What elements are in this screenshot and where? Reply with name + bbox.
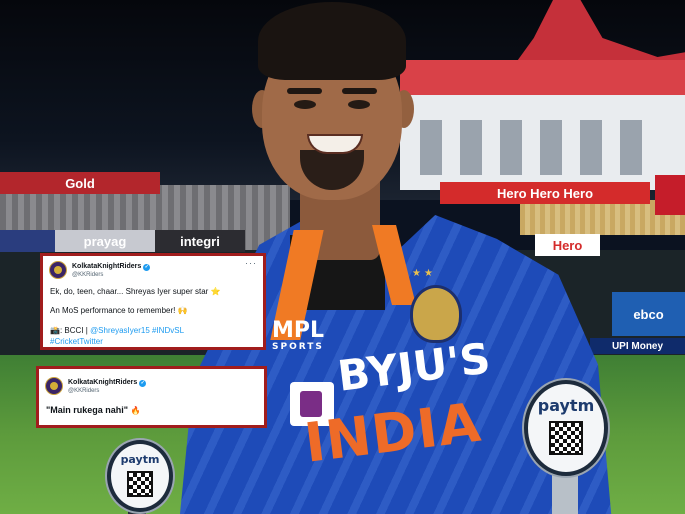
more-options-icon[interactable]: ··· (245, 258, 257, 268)
tweet-author[interactable]: KolkataKnightRiders ✓ (68, 379, 147, 387)
pavilion-window (420, 120, 442, 175)
star-emoji-icon: ⭐ (210, 287, 221, 296)
hoarding-integri: integri (155, 230, 245, 252)
stadium-roof-band (400, 60, 685, 100)
tweet-text: Ek, do, teen, chaar... Shreyas Iyer supe… (50, 287, 209, 296)
hoarding-sponsor (0, 230, 55, 252)
player-hair (258, 2, 406, 80)
tweet-handle[interactable]: @KKRiders (68, 387, 146, 395)
kkr-avatar-icon[interactable] (45, 376, 63, 395)
tweet-handle[interactable]: @KKRiders (72, 271, 150, 279)
tweet-author-name[interactable]: KolkataKnightRiders (72, 263, 141, 271)
paytm-trophy-left: paytm (107, 440, 173, 512)
tweet-card[interactable]: KolkataKnightRiders ✓ @KKRiders "Main ru… (36, 366, 267, 428)
tweet-text-line: #CricketTwitter (50, 337, 103, 346)
pavilion-window (460, 120, 482, 175)
pavilion-window (580, 120, 602, 175)
hoarding-ebco: ebco (612, 292, 685, 336)
hoarding-gold: Gold (0, 172, 160, 194)
qr-code-icon (549, 420, 583, 455)
tweet-author[interactable]: KolkataKnightRiders ✓ (72, 263, 151, 271)
tweet-text-line: 📸: BCCI | @ShreyasIyer15 #INDvSL (50, 326, 184, 335)
hashtag-link[interactable]: #INDvSL (152, 326, 184, 335)
tweet-credit: 📸: BCCI | (50, 326, 88, 335)
paytm-trophy-right: paytm (524, 380, 608, 476)
tweet-card[interactable]: KolkataKnightRiders ✓ @KKRiders ··· Ek, … (40, 253, 266, 350)
hoarding-upi: UPI Money (590, 338, 685, 354)
player-eyebrow (287, 88, 322, 94)
player-eye (294, 100, 316, 109)
pavilion-window (620, 120, 642, 175)
jersey-logo-text: MPL (272, 318, 325, 343)
tweet-header: KolkataKnightRiders ✓ @KKRiders (45, 376, 147, 395)
verified-badge-icon: ✓ (143, 263, 151, 271)
pavilion-window (540, 120, 562, 175)
kkr-avatar-icon[interactable] (49, 260, 67, 279)
jersey-stars: ★★ (412, 268, 436, 279)
tweet-author-name[interactable]: KolkataKnightRiders (68, 379, 137, 387)
hoarding-prayag: prayag (55, 230, 155, 252)
fire-emoji-icon: 🔥 (130, 406, 141, 415)
trophy-brand: paytm (120, 452, 160, 466)
trophy-stand (552, 472, 578, 514)
tweet-text: An MoS performance to remember! (50, 306, 176, 315)
tweet-header: KolkataKnightRiders ✓ @KKRiders (49, 260, 151, 279)
hoarding-hero-small: Hero (535, 234, 600, 256)
pavilion-building (400, 95, 685, 190)
raised-hands-emoji-icon: 🙌 (177, 306, 188, 315)
player-eye (348, 100, 370, 109)
bcci-crest-icon (410, 285, 462, 343)
verified-badge-icon: ✓ (139, 379, 147, 387)
tweet-text: "Main rukega nahi" (46, 405, 129, 415)
mention-link[interactable]: @ShreyasIyer15 (90, 326, 150, 335)
pavilion-window (500, 120, 522, 175)
qr-code-icon (127, 470, 153, 497)
jersey-logo-mpl: MPL SPORTS (272, 318, 342, 353)
photo-scene: Gold Hero Hero Hero Hero prayag integri … (0, 0, 685, 514)
hoarding-hero: Hero Hero Hero (440, 182, 650, 204)
trophy-brand: paytm (537, 396, 595, 416)
tweet-text-line: An MoS performance to remember! 🙌 (50, 306, 188, 315)
jersey-logo-subtext: SPORTS (272, 342, 324, 352)
hashtag-link[interactable]: #CricketTwitter (50, 337, 103, 346)
player-eyebrow (342, 88, 377, 94)
tweet-text-line: Ek, do, teen, chaar... Shreyas Iyer supe… (50, 287, 221, 296)
tweet-text-line: "Main rukega nahi" 🔥 (46, 405, 141, 415)
hoarding-red-panel (655, 175, 685, 215)
